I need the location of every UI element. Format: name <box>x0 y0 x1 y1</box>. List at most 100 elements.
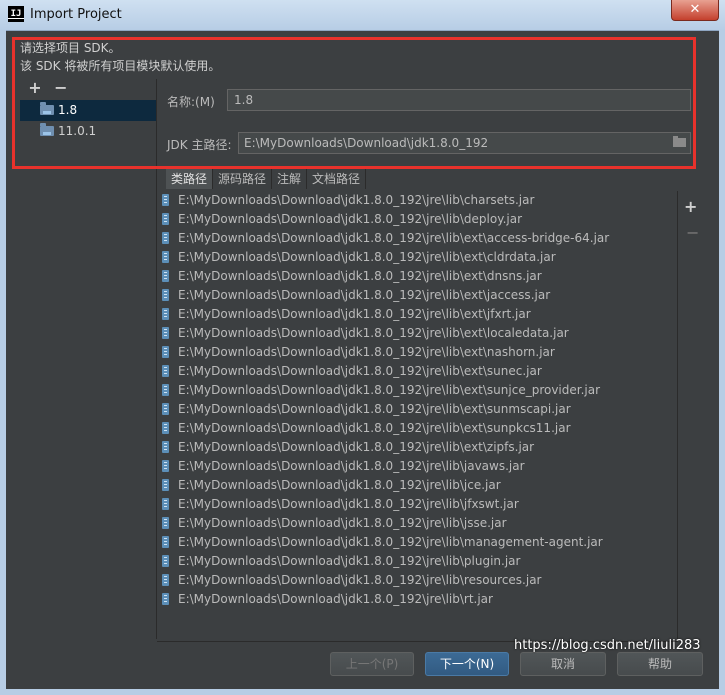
classpath-entry: E:\MyDownloads\Download\jdk1.8.0_192\jre… <box>178 212 523 226</box>
close-window-button[interactable]: ✕ <box>671 0 719 21</box>
classpath-entry: E:\MyDownloads\Download\jdk1.8.0_192\jre… <box>178 288 551 302</box>
jar-icon <box>162 346 169 358</box>
classpath-entry: E:\MyDownloads\Download\jdk1.8.0_192\jre… <box>178 250 556 264</box>
list-item[interactable]: E:\MyDownloads\Download\jdk1.8.0_192\jre… <box>157 324 677 343</box>
browse-folder-icon[interactable] <box>673 136 686 147</box>
jar-icon <box>162 308 169 320</box>
jar-icon <box>162 460 169 472</box>
jar-icon <box>162 479 169 491</box>
jar-icon <box>162 593 169 605</box>
jdk-home-label: JDK 主路径: <box>167 138 232 152</box>
classpath-entry: E:\MyDownloads\Download\jdk1.8.0_192\jre… <box>178 326 569 340</box>
list-item[interactable]: E:\MyDownloads\Download\jdk1.8.0_192\jre… <box>157 476 677 495</box>
jdk-folder-icon <box>40 123 54 136</box>
jar-icon <box>162 536 169 548</box>
next-button[interactable]: 下一个(N) <box>425 652 509 676</box>
list-item[interactable]: E:\MyDownloads\Download\jdk1.8.0_192\jre… <box>157 590 677 609</box>
classpath-entry: E:\MyDownloads\Download\jdk1.8.0_192\jre… <box>178 193 535 207</box>
list-item[interactable]: E:\MyDownloads\Download\jdk1.8.0_192\jre… <box>157 533 677 552</box>
jar-icon <box>162 232 169 244</box>
classpath-entry: E:\MyDownloads\Download\jdk1.8.0_192\jre… <box>178 592 493 606</box>
description-line-1: 请选择项目 SDK。 <box>20 41 121 55</box>
dialog-content: 请选择项目 SDK。 该 SDK 将被所有项目模块默认使用。 + − 1.8 1… <box>6 31 719 689</box>
list-item[interactable]: E:\MyDownloads\Download\jdk1.8.0_192\jre… <box>157 343 677 362</box>
list-item[interactable]: E:\MyDownloads\Download\jdk1.8.0_192\jre… <box>157 229 677 248</box>
window-title: Import Project <box>30 7 122 22</box>
add-sdk-button[interactable]: + <box>26 79 44 97</box>
jar-icon <box>162 403 169 415</box>
jdk-home-path-value: E:\MyDownloads\Download\jdk1.8.0_192 <box>244 136 489 150</box>
tab-annotations[interactable]: 注解 <box>272 169 308 189</box>
jar-icon <box>162 270 169 282</box>
sdk-item-1-8[interactable]: 1.8 <box>20 100 156 121</box>
previous-button[interactable]: 上一个(P) <box>330 652 414 676</box>
list-item[interactable]: E:\MyDownloads\Download\jdk1.8.0_192\jre… <box>157 305 677 324</box>
classpath-entry: E:\MyDownloads\Download\jdk1.8.0_192\jre… <box>178 345 555 359</box>
remove-sdk-button[interactable]: − <box>52 79 70 97</box>
classpath-entry: E:\MyDownloads\Download\jdk1.8.0_192\jre… <box>178 478 501 492</box>
jdk-home-path-input[interactable]: E:\MyDownloads\Download\jdk1.8.0_192 <box>238 132 691 154</box>
intellij-app-icon: IJ <box>8 6 24 22</box>
jar-icon <box>162 289 169 301</box>
jdk-folder-icon <box>40 102 54 115</box>
watermark-text: https://blog.csdn.net/liuli283 <box>514 638 701 653</box>
dialog-button-bar: 上一个(P) 下一个(N) 取消 帮助 <box>6 649 719 689</box>
classpath-entry: E:\MyDownloads\Download\jdk1.8.0_192\jre… <box>178 535 603 549</box>
classpath-entry: E:\MyDownloads\Download\jdk1.8.0_192\jre… <box>178 497 519 511</box>
tab-classpath[interactable]: 类路径 <box>166 169 214 189</box>
list-item[interactable]: E:\MyDownloads\Download\jdk1.8.0_192\jre… <box>157 514 677 533</box>
classpath-entry: E:\MyDownloads\Download\jdk1.8.0_192\jre… <box>178 402 571 416</box>
list-item[interactable]: E:\MyDownloads\Download\jdk1.8.0_192\jre… <box>157 381 677 400</box>
sdk-toolbar: + − <box>26 79 74 97</box>
jar-icon <box>162 422 169 434</box>
help-button[interactable]: 帮助 <box>617 652 703 676</box>
remove-classpath-button[interactable]: − <box>686 223 699 242</box>
list-item[interactable]: E:\MyDownloads\Download\jdk1.8.0_192\jre… <box>157 286 677 305</box>
cancel-button[interactable]: 取消 <box>520 652 606 676</box>
window-frame-bottom <box>0 689 725 695</box>
classpath-entry: E:\MyDownloads\Download\jdk1.8.0_192\jre… <box>178 516 507 530</box>
jar-icon <box>162 194 169 206</box>
jar-icon <box>162 327 169 339</box>
list-item[interactable]: E:\MyDownloads\Download\jdk1.8.0_192\jre… <box>157 571 677 590</box>
list-item[interactable]: E:\MyDownloads\Download\jdk1.8.0_192\jre… <box>157 400 677 419</box>
list-item[interactable]: E:\MyDownloads\Download\jdk1.8.0_192\jre… <box>157 419 677 438</box>
list-item[interactable]: E:\MyDownloads\Download\jdk1.8.0_192\jre… <box>157 495 677 514</box>
list-item[interactable]: E:\MyDownloads\Download\jdk1.8.0_192\jre… <box>157 362 677 381</box>
name-label: 名称:(M) <box>167 95 215 109</box>
sdk-item-11-0-1[interactable]: 11.0.1 <box>20 121 156 142</box>
list-item[interactable]: E:\MyDownloads\Download\jdk1.8.0_192\jre… <box>157 248 677 267</box>
sdk-paths-tabs: 类路径 源码路径 注解 文档路径 <box>166 169 367 189</box>
classpath-entry: E:\MyDownloads\Download\jdk1.8.0_192\jre… <box>178 383 601 397</box>
jar-icon <box>162 365 169 377</box>
list-item[interactable]: E:\MyDownloads\Download\jdk1.8.0_192\jre… <box>157 191 677 210</box>
jar-icon <box>162 574 169 586</box>
classpath-entry: E:\MyDownloads\Download\jdk1.8.0_192\jre… <box>178 307 531 321</box>
jar-icon <box>162 555 169 567</box>
title-bar[interactable]: IJ Import Project ✕ <box>0 0 725 31</box>
list-item[interactable]: E:\MyDownloads\Download\jdk1.8.0_192\jre… <box>157 457 677 476</box>
jar-icon <box>162 251 169 263</box>
tab-sourcepath[interactable]: 源码路径 <box>213 169 273 189</box>
classpath-entry: E:\MyDownloads\Download\jdk1.8.0_192\jre… <box>178 440 535 454</box>
jar-icon <box>162 384 169 396</box>
list-item[interactable]: E:\MyDownloads\Download\jdk1.8.0_192\jre… <box>157 267 677 286</box>
tab-documentation-paths[interactable]: 文档路径 <box>307 169 367 189</box>
list-item[interactable]: E:\MyDownloads\Download\jdk1.8.0_192\jre… <box>157 552 677 571</box>
classpath-entry: E:\MyDownloads\Download\jdk1.8.0_192\jre… <box>178 459 525 473</box>
classpath-entry: E:\MyDownloads\Download\jdk1.8.0_192\jre… <box>178 231 610 245</box>
sdk-item-label: 1.8 <box>58 103 78 117</box>
jar-icon <box>162 517 169 529</box>
sdk-list: 1.8 11.0.1 <box>20 100 156 142</box>
classpath-entry: E:\MyDownloads\Download\jdk1.8.0_192\jre… <box>178 269 542 283</box>
sdk-name-input[interactable]: 1.8 <box>227 89 691 111</box>
window-frame-right <box>719 30 725 695</box>
classpath-list: E:\MyDownloads\Download\jdk1.8.0_192\jre… <box>157 191 678 642</box>
add-classpath-button[interactable]: + <box>684 197 697 216</box>
classpath-entry: E:\MyDownloads\Download\jdk1.8.0_192\jre… <box>178 573 542 587</box>
list-item[interactable]: E:\MyDownloads\Download\jdk1.8.0_192\jre… <box>157 438 677 457</box>
sdk-item-label: 11.0.1 <box>58 124 97 138</box>
classpath-entry: E:\MyDownloads\Download\jdk1.8.0_192\jre… <box>178 421 571 435</box>
list-item[interactable]: E:\MyDownloads\Download\jdk1.8.0_192\jre… <box>157 210 677 229</box>
jar-icon <box>162 213 169 225</box>
